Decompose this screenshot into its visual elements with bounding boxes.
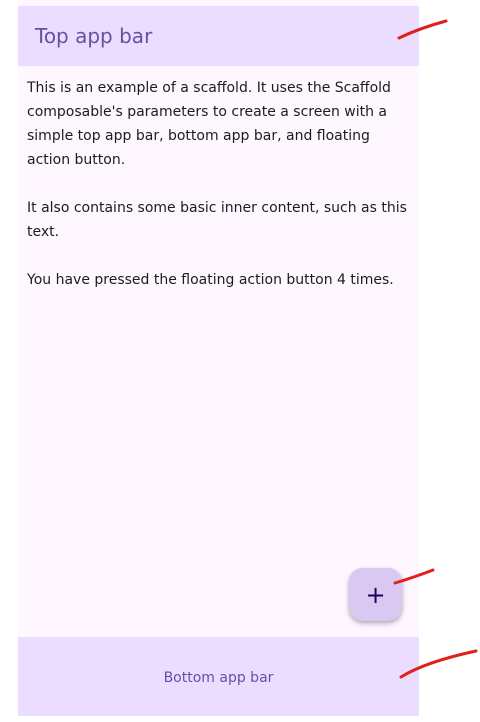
top-app-bar: Top app bar xyxy=(18,6,419,66)
fab-press-count-text: You have pressed the floating action but… xyxy=(27,272,394,288)
floating-action-button[interactable]: + xyxy=(349,568,402,621)
bottom-app-bar: Bottom app bar xyxy=(18,637,419,716)
add-icon: + xyxy=(365,580,386,609)
scaffold-screen: Top app bar This is an example of a scaf… xyxy=(18,0,419,716)
inner-content: This is an example of a scaffold. It use… xyxy=(27,76,417,316)
content-paragraph: It also contains some basic inner conten… xyxy=(27,200,407,240)
content-paragraph: This is an example of a scaffold. It use… xyxy=(27,80,391,168)
bottom-app-bar-text: Bottom app bar xyxy=(163,670,274,686)
top-app-bar-title: Top app bar xyxy=(35,24,153,48)
